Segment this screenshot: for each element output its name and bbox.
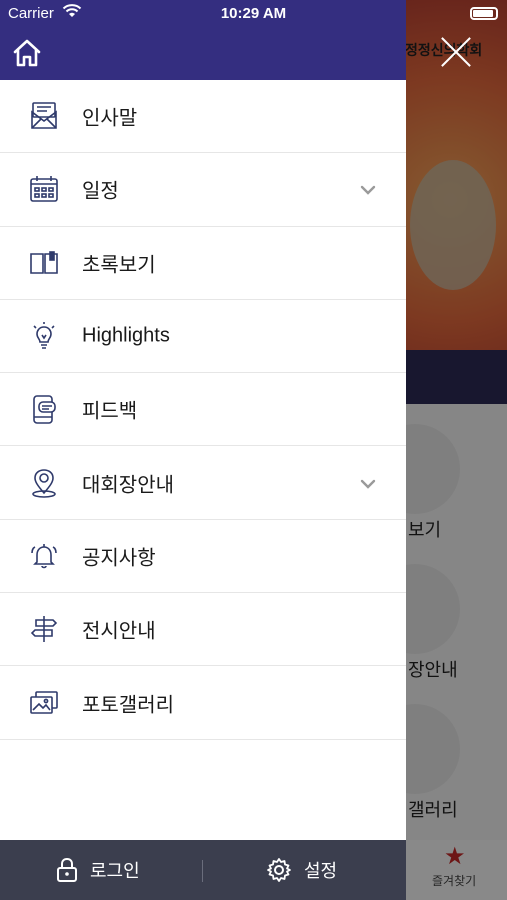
menu-item-photo-gallery[interactable]: 포토갤러리 — [0, 666, 406, 740]
menu-item-label: 피드백 — [82, 398, 138, 423]
menu-item-label: 초록보기 — [82, 252, 156, 277]
exhibition-signpost-icon — [28, 613, 60, 645]
close-drawer-button[interactable] — [438, 34, 474, 70]
menu-item-feedback[interactable]: 피드백 — [0, 373, 406, 447]
calendar-icon — [28, 173, 60, 205]
menu-item-label: Highlights — [82, 324, 170, 347]
home-icon[interactable] — [12, 38, 42, 68]
drawer-menu: 인사말 일정 초록보기 Highlights 피드백 대회장안내 공지사항 전시… — [0, 80, 406, 740]
chevron-down-icon[interactable] — [358, 182, 378, 196]
abstract-book-icon — [28, 247, 60, 279]
photo-gallery-icon — [28, 687, 60, 719]
feedback-phone-icon — [28, 393, 60, 425]
menu-item-label: 공지사항 — [82, 545, 156, 570]
settings-button[interactable]: 설정 — [266, 840, 337, 900]
side-drawer: 인사말 일정 초록보기 Highlights 피드백 대회장안내 공지사항 전시… — [0, 0, 406, 900]
settings-label: 설정 — [304, 861, 338, 882]
menu-item-label: 포토갤러리 — [82, 692, 174, 717]
lock-icon — [57, 857, 77, 882]
login-button[interactable]: 로그인 — [56, 840, 140, 900]
battery-icon — [470, 7, 498, 20]
notice-bell-icon — [28, 540, 60, 572]
status-bar: Carrier 10:29 AM — [0, 0, 507, 28]
menu-item-label: 전시안내 — [82, 618, 156, 643]
menu-item-exhibition[interactable]: 전시안내 — [0, 593, 406, 667]
gear-icon — [267, 858, 291, 882]
menu-item-schedule[interactable]: 일정 — [0, 153, 406, 227]
menu-item-venue[interactable]: 대회장안내 — [0, 446, 406, 520]
footer-divider — [202, 860, 203, 882]
menu-item-label: 인사말 — [82, 105, 138, 130]
login-label: 로그인 — [90, 861, 140, 882]
menu-item-label: 일정 — [82, 178, 119, 203]
chevron-down-icon[interactable] — [358, 476, 378, 490]
menu-item-highlights[interactable]: Highlights — [0, 300, 406, 374]
menu-item-abstracts[interactable]: 초록보기 — [0, 227, 406, 300]
menu-item-notices[interactable]: 공지사항 — [0, 520, 406, 594]
venue-location-icon — [28, 467, 60, 499]
status-time: 10:29 AM — [220, 5, 287, 22]
lightbulb-icon — [28, 320, 60, 352]
drawer-footer: 로그인 설정 — [0, 840, 406, 900]
menu-item-greeting[interactable]: 인사말 — [0, 80, 406, 154]
menu-item-label: 대회장안내 — [82, 472, 174, 497]
greeting-letter-icon — [28, 100, 60, 132]
